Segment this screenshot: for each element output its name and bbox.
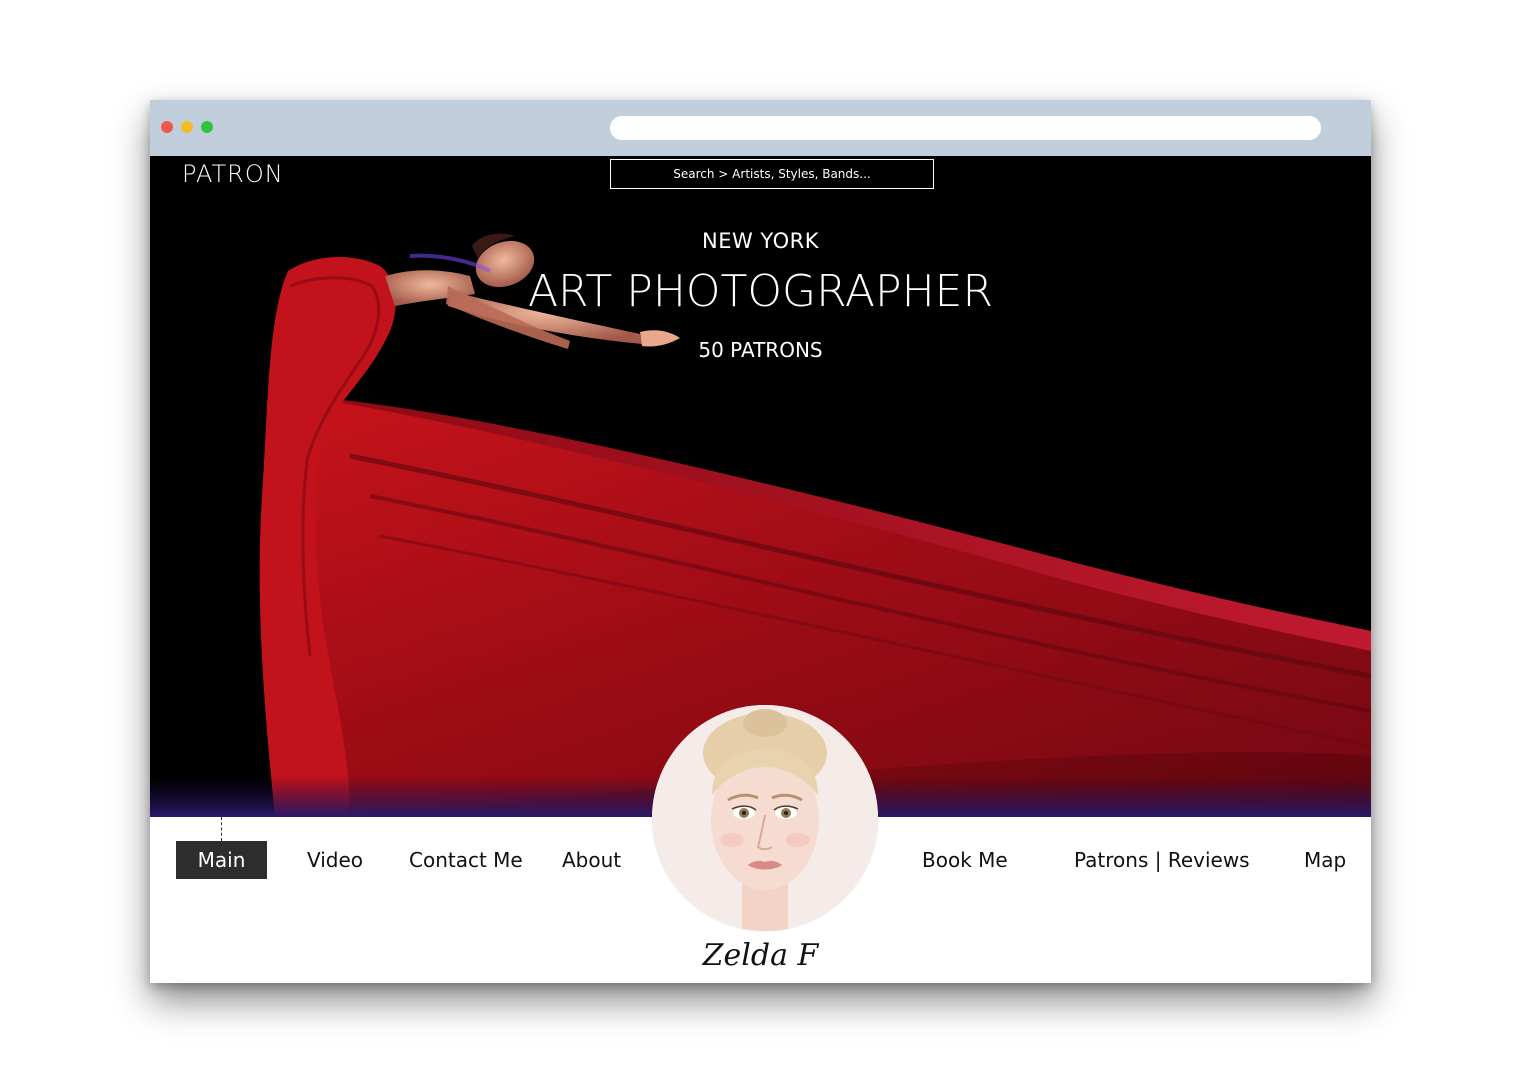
browser-window: PATRON Search > Artists, Styles, Bands..… bbox=[150, 100, 1371, 983]
nav-marker bbox=[221, 817, 222, 841]
brand-logo[interactable]: PATRON bbox=[182, 160, 284, 188]
maximize-window-icon[interactable] bbox=[201, 121, 213, 133]
profile-avatar[interactable] bbox=[652, 705, 878, 931]
browser-chrome bbox=[150, 100, 1371, 156]
nav-contact-me[interactable]: Contact Me bbox=[409, 841, 523, 879]
nav-about[interactable]: About bbox=[562, 841, 621, 879]
address-bar[interactable] bbox=[610, 116, 1321, 140]
nav-book-me[interactable]: Book Me bbox=[922, 841, 1008, 879]
nav-map[interactable]: Map bbox=[1304, 841, 1346, 879]
nav-main[interactable]: Main bbox=[176, 841, 267, 879]
hero-city: NEW YORK bbox=[702, 229, 819, 253]
nav-patrons-reviews[interactable]: Patrons | Reviews bbox=[1074, 841, 1250, 879]
search-input[interactable]: Search > Artists, Styles, Bands... bbox=[610, 159, 934, 189]
minimize-window-icon[interactable] bbox=[181, 121, 193, 133]
portrait-image bbox=[652, 705, 878, 931]
patron-count: 50 PATRONS bbox=[698, 338, 823, 362]
close-window-icon[interactable] bbox=[161, 121, 173, 133]
hero-role: ART PHOTOGRAPHER bbox=[527, 266, 994, 317]
profile-name: Zelda F bbox=[702, 938, 819, 973]
nav-video[interactable]: Video bbox=[307, 841, 363, 879]
